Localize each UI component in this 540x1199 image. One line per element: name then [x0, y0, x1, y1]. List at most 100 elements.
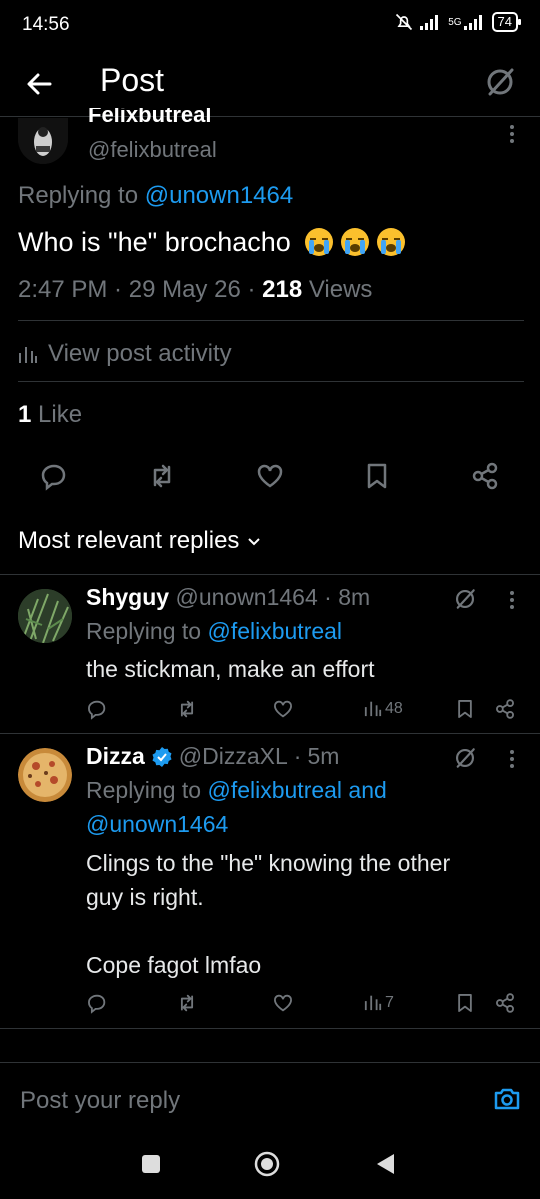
view-post-activity-button[interactable]: View post activity	[18, 340, 232, 368]
divider	[0, 574, 540, 575]
bookmark-button[interactable]	[362, 461, 392, 491]
replying-to-line: Replying to @unown1464	[18, 182, 293, 210]
reply-text: the stickman, make an effort	[86, 656, 375, 682]
share-button[interactable]	[470, 461, 500, 491]
triangle-back-icon	[377, 1154, 394, 1174]
like-button[interactable]	[272, 992, 294, 1014]
views-button[interactable]	[364, 699, 386, 721]
header-divider	[0, 116, 540, 117]
replying-to-line: Replying to @felixbutreal	[86, 618, 342, 645]
post-text-content: Who is "he" brochacho	[18, 226, 291, 257]
grok-button[interactable]	[452, 586, 478, 612]
verified-badge-icon	[152, 746, 172, 767]
bookmark-button[interactable]	[454, 992, 476, 1014]
battery-indicator: 74	[491, 12, 522, 32]
reply-button[interactable]	[86, 698, 108, 720]
more-vertical-icon	[510, 591, 514, 609]
compose-divider	[0, 1062, 540, 1063]
share-icon	[496, 699, 514, 719]
replying-prefix: Replying to	[18, 182, 145, 209]
reply-icon	[41, 464, 66, 491]
reply-icon	[88, 700, 106, 720]
share-button[interactable]	[494, 992, 516, 1014]
replies-sort-dropdown[interactable]: Most relevant replies	[18, 527, 261, 555]
post-time: 2:47 PM	[18, 276, 108, 303]
replying-to-link[interactable]: @unown1464	[145, 182, 293, 209]
recent-apps-button[interactable]	[142, 1155, 160, 1173]
replying-prefix: Replying to	[86, 618, 208, 644]
repost-icon	[153, 464, 171, 488]
likes-count: 1	[18, 401, 32, 428]
avatar[interactable]	[18, 118, 68, 164]
views-count: 7	[385, 994, 394, 1011]
divider	[0, 733, 540, 734]
grok-button[interactable]	[482, 64, 522, 104]
share-button[interactable]	[494, 698, 516, 720]
post-more-button[interactable]	[506, 124, 518, 144]
views-button[interactable]	[364, 993, 386, 1015]
bar-chart-icon	[364, 995, 382, 1011]
replying-prefix: Replying to	[86, 777, 208, 803]
grok-button[interactable]	[452, 745, 478, 771]
replying-to-link[interactable]: @felixbutreal and	[207, 777, 386, 803]
reply-time: 5m	[307, 743, 340, 769]
grok-icon	[487, 68, 514, 96]
reply-display-name[interactable]: Shyguy	[86, 584, 169, 610]
bookmark-icon	[458, 700, 472, 718]
divider	[18, 381, 524, 382]
views-count[interactable]: 218	[262, 276, 302, 303]
post-display-name[interactable]: Felixbutreal	[88, 108, 211, 130]
reply-header: Shyguy @unown1464 · 8m	[86, 584, 371, 610]
reply-display-name[interactable]: Dizza	[86, 743, 145, 770]
system-back-button[interactable]	[374, 1152, 396, 1176]
grok-icon	[455, 748, 475, 768]
reply-text-line3: Cope fagot lmfao	[86, 952, 262, 978]
like-button[interactable]	[272, 698, 294, 720]
back-button[interactable]	[20, 64, 60, 104]
reply-more-button[interactable]	[506, 749, 518, 769]
reply-button[interactable]	[39, 461, 69, 491]
reply-input[interactable]	[18, 1086, 462, 1116]
replying-to-link-2[interactable]: @unown1464	[86, 811, 228, 838]
signal-icon	[420, 15, 439, 30]
top-header: Post	[0, 50, 540, 116]
likes-count-link[interactable]: 1 Like	[18, 401, 82, 429]
avatar[interactable]	[18, 589, 72, 643]
bell-muted-icon	[396, 13, 413, 31]
reply-handle[interactable]: @unown1464	[175, 584, 317, 610]
repost-button[interactable]	[176, 698, 198, 720]
grok-icon	[455, 589, 475, 609]
reply-handle[interactable]: @DizzaXL	[179, 743, 288, 770]
replying-to-link[interactable]: @felixbutreal	[207, 618, 342, 644]
post-meta: 2:47 PM · 29 May 26 · 218 Views	[18, 276, 373, 303]
bar-chart-icon	[364, 701, 382, 717]
share-icon	[496, 993, 514, 1013]
reply-button[interactable]	[86, 992, 108, 1014]
network-type: 5G	[448, 16, 462, 28]
reply-more-button[interactable]	[506, 590, 518, 610]
divider	[0, 1028, 540, 1029]
reply-text-line2: guy is right.	[86, 884, 204, 910]
post-handle[interactable]: @felixbutreal	[88, 137, 217, 163]
home-button[interactable]	[254, 1151, 280, 1177]
status-time: 14:56	[22, 14, 70, 35]
post-date: 29 May 26	[128, 276, 241, 303]
status-bar: 14:56 5G 74	[0, 0, 540, 50]
signal-icon-2	[463, 15, 482, 30]
avatar[interactable]	[18, 748, 72, 802]
views-count: 48	[385, 700, 403, 717]
more-vertical-icon	[510, 125, 514, 143]
share-icon	[472, 462, 498, 490]
like-button[interactable]	[255, 461, 285, 491]
camera-button[interactable]	[492, 1084, 522, 1114]
repost-button[interactable]	[176, 992, 198, 1014]
post-text: Who is "he" brochacho	[18, 226, 407, 258]
repost-button[interactable]	[147, 461, 177, 491]
replying-to-line: Replying to @felixbutreal and	[86, 777, 387, 804]
heart-icon	[257, 464, 283, 488]
views-label[interactable]: Views	[302, 276, 373, 303]
divider	[18, 320, 524, 321]
bookmark-icon	[458, 994, 472, 1012]
reply-time: 8m	[338, 584, 371, 610]
bookmark-button[interactable]	[454, 698, 476, 720]
